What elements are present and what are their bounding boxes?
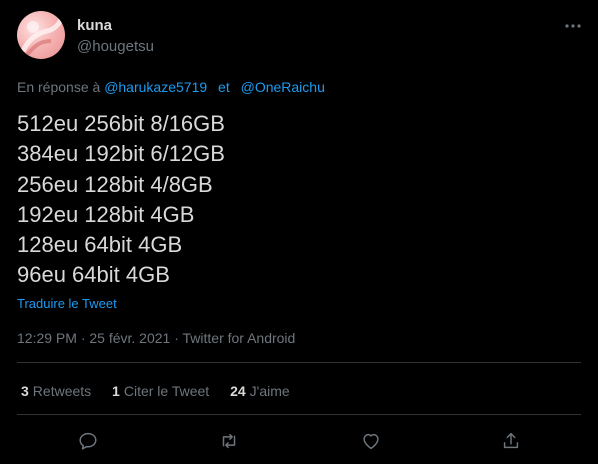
tweet-line: 512eu 256bit 8/16GB [17, 111, 225, 136]
translate-link[interactable]: Traduire le Tweet [17, 296, 117, 311]
share-icon [503, 432, 519, 449]
retweets-label: Retweets [32, 383, 92, 399]
reply-mention-1[interactable]: @harukaze5719 [104, 79, 207, 95]
author-name[interactable]: kuna [77, 17, 112, 34]
retweets-count: 3 [21, 383, 29, 399]
tweet-line: 256eu 128bit 4/8GB [17, 171, 213, 197]
author-handle[interactable]: @hougetsu [77, 38, 154, 55]
heart-icon [363, 433, 379, 450]
reply-separator: et [218, 79, 230, 95]
reply-mention-2[interactable]: @OneRaichu [241, 79, 325, 95]
like-button[interactable] [360, 430, 384, 454]
avatar[interactable] [17, 11, 65, 59]
tweet-line: 96eu 64bit 4GB [17, 262, 170, 288]
tweet-text: 512eu 256bit 8/16GB 384eu 192bit 6/12GB … [17, 109, 225, 291]
tweet-timestamp[interactable]: 12:29 PM · 25 févr. 2021 · Twitter for A… [17, 330, 295, 346]
action-bar [0, 430, 598, 454]
tweet-line: 384eu 192bit 6/12GB [17, 141, 225, 167]
reply-context: En réponse à @harukaze5719 et @OneRaichu [17, 79, 325, 95]
retweet-icon [222, 433, 236, 449]
reply-icon [79, 432, 97, 450]
divider [17, 362, 581, 363]
tweet-line: 128eu 64bit 4GB [17, 232, 183, 258]
quotes-label: Citer le Tweet [123, 383, 210, 399]
retweet-button[interactable] [218, 430, 242, 454]
reply-button[interactable] [77, 430, 101, 454]
quotes-count: 1 [112, 383, 120, 399]
more-horizontal-icon[interactable] [563, 16, 583, 36]
likes-label: J'aime [249, 383, 290, 399]
likes-count: 24 [230, 383, 246, 399]
share-button[interactable] [500, 430, 524, 454]
likes-stat[interactable]: 24 J'aime [230, 383, 290, 399]
tweet-line: 192eu 128bit 4GB [17, 201, 195, 227]
tweet-stats: 3 Retweets 1 Citer le Tweet 24 J'aime [21, 383, 307, 399]
reply-prefix: En réponse à [17, 79, 101, 95]
divider [17, 414, 581, 415]
retweets-stat[interactable]: 3 Retweets [21, 383, 91, 399]
quotes-stat[interactable]: 1 Citer le Tweet [112, 383, 209, 399]
